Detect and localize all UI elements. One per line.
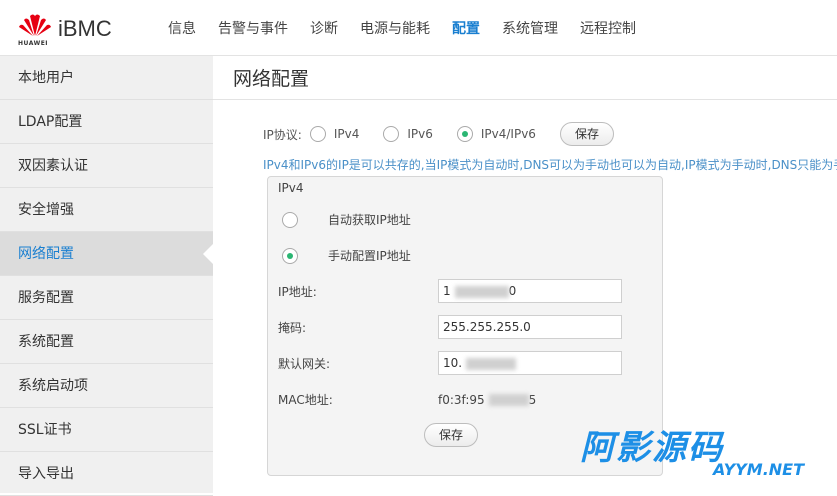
nav-item[interactable]: 信息	[168, 18, 196, 38]
ip-address-value-end: 0	[508, 284, 517, 298]
redacted-mask	[488, 394, 529, 406]
sidebar-item[interactable]: 服务配置	[0, 276, 213, 320]
nav-item[interactable]: 远程控制	[580, 18, 636, 38]
mac-value: f0:3f:95 5	[438, 393, 536, 407]
gateway-input[interactable]: 10.	[438, 351, 622, 375]
mac-row: MAC地址: f0:3f:95 5	[278, 391, 536, 408]
watermark-sub-text: AYYM.NET	[713, 460, 804, 479]
ipv4-save-button[interactable]: 保存	[424, 423, 479, 447]
top-navigation-bar: HUAWEI iBMC 信息 告警与事件 诊断 电源与能耗 配置 系统管理 远程控制	[0, 0, 837, 56]
mac-label: MAC地址:	[278, 393, 333, 407]
ip-protocol-radio[interactable]	[309, 126, 326, 142]
manual-ip-label: 手动配置IP地址	[328, 249, 411, 263]
auto-ip-radio[interactable]	[282, 211, 298, 228]
manual-ip-radio[interactable]	[282, 247, 298, 264]
auto-ip-label: 自动获取IP地址	[328, 213, 411, 227]
mac-value-start: f0:3f:95	[438, 392, 485, 407]
brand-text: HUAWEI	[18, 40, 49, 47]
redacted-mask	[454, 285, 509, 298]
ip-protocol-option-label: IPv4	[333, 127, 360, 141]
ip-protocol-label: IP协议:	[263, 127, 302, 142]
ip-address-value-start: 1	[443, 284, 451, 298]
ipv4-save-wrap: 保存	[424, 423, 479, 447]
sidebar-item[interactable]: 安全增强	[0, 188, 213, 232]
sidebar-item[interactable]: 本地用户	[0, 56, 213, 100]
gateway-value-start: 10.	[443, 356, 463, 370]
product-name: iBMC	[58, 16, 112, 41]
ip-address-label: IP地址:	[278, 284, 317, 299]
ip-protocol-row: IP协议: IPv4 IPv6 IPv4/IPv6 保存	[263, 122, 614, 146]
auto-ip-option[interactable]: 自动获取IP地址	[282, 211, 411, 228]
ip-protocol-radio[interactable]	[383, 126, 400, 142]
sidebar: 本地用户 LDAP配置 双因素认证 安全增强 网络配置 服务配置 系统配置 系统启动项 SSL证…	[0, 56, 213, 496]
sidebar-item[interactable]: 系统启动项	[0, 364, 213, 408]
sidebar-item[interactable]: 网络配置	[0, 232, 213, 276]
ip-protocol-option-label: IPv4/IPv6	[480, 127, 536, 141]
mask-input[interactable]: 255.255.255.0	[438, 315, 622, 339]
huawei-logo[interactable]: HUAWEI iBMC	[18, 10, 128, 50]
mac-value-end: 5	[528, 392, 537, 407]
gateway-label: 默认网关:	[278, 356, 331, 371]
watermark-logo: 阿影源码 AYYM.NET	[580, 420, 820, 484]
gateway-row: 默认网关: 10.	[278, 351, 622, 375]
ip-protocol-radio[interactable]	[456, 126, 473, 142]
redacted-mask	[466, 357, 517, 370]
sidebar-item[interactable]: 系统配置	[0, 320, 213, 364]
ipv4-panel-title: IPv4	[278, 181, 304, 195]
mask-label: 掩码:	[278, 320, 307, 335]
main-nav: 信息 告警与事件 诊断 电源与能耗 配置 系统管理 远程控制	[168, 18, 658, 38]
sidebar-item[interactable]: LDAP配置	[0, 100, 213, 144]
sidebar-item[interactable]: 导入导出	[0, 452, 213, 496]
nav-item[interactable]: 配置	[452, 18, 480, 38]
ip-address-row: IP地址: 10	[278, 279, 622, 303]
nav-item[interactable]: 告警与事件	[218, 18, 288, 38]
ip-address-input[interactable]: 10	[438, 279, 622, 303]
page-title: 网络配置	[233, 68, 310, 90]
protocol-hint-text: IPv4和IPv6的IP是可以共存的,当IP模式为自动时,DNS可以为手动也可以…	[263, 158, 837, 172]
manual-ip-option[interactable]: 手动配置IP地址	[282, 247, 411, 264]
sidebar-item[interactable]: SSL证书	[0, 408, 213, 452]
ip-protocol-option-label: IPv6	[407, 127, 433, 141]
huawei-petals-icon	[19, 14, 51, 36]
mask-row: 掩码: 255.255.255.0	[278, 315, 622, 339]
nav-item[interactable]: 诊断	[310, 18, 338, 38]
nav-item[interactable]: 电源与能耗	[360, 18, 430, 38]
protocol-save-button[interactable]: 保存	[559, 122, 614, 146]
page-title-bar: 网络配置	[213, 56, 837, 100]
nav-item[interactable]: 系统管理	[502, 18, 558, 38]
sidebar-item[interactable]: 双因素认证	[0, 144, 213, 188]
